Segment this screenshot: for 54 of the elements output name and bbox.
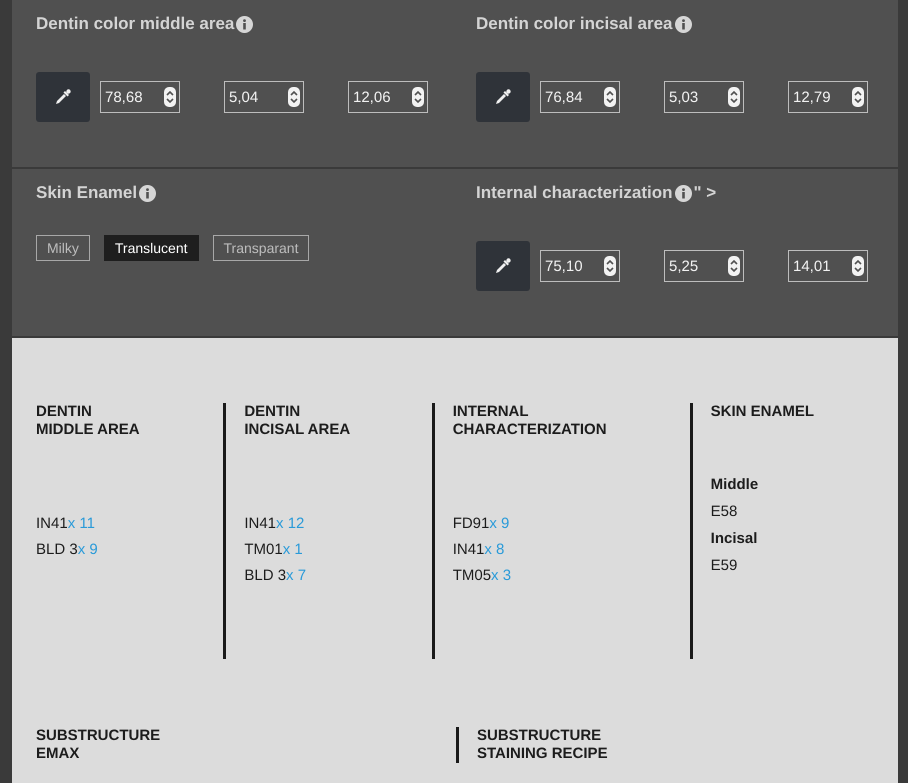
eyedropper-icon — [54, 88, 72, 106]
info-icon[interactable] — [139, 184, 156, 202]
number-field[interactable]: 14,01 — [788, 250, 868, 282]
group-value: E59 — [710, 556, 738, 576]
recipe-line: BLD 3x 7 — [244, 566, 308, 586]
recipe-line: IN41x 12 — [244, 514, 306, 534]
spinner-icon[interactable] — [852, 256, 864, 276]
eyedropper-icon — [494, 257, 512, 275]
eyedropper-icon — [494, 88, 512, 106]
spinner-icon[interactable] — [412, 87, 424, 107]
section-title: Skin Enamel — [36, 183, 138, 203]
section-title: Internal characterization — [476, 183, 673, 203]
spinner-icon[interactable] — [852, 87, 864, 107]
info-icon[interactable] — [674, 184, 692, 202]
number-field[interactable]: 5,04 — [224, 81, 304, 113]
recipe-line: FD91x 9 — [452, 514, 510, 534]
column-heading: SKIN ENAMEL — [710, 403, 816, 422]
column-heading: DENTIN INCISAL AREA — [244, 403, 352, 439]
info-icon[interactable] — [674, 16, 692, 32]
column-heading: SUBSTRUCTURE EMAX — [36, 727, 162, 763]
number-field[interactable]: 12,06 — [348, 81, 428, 113]
option-button[interactable]: Translucent — [104, 235, 199, 261]
spinner-icon[interactable] — [604, 256, 616, 276]
eyedropper-button[interactable] — [476, 72, 530, 122]
recipe-line: TM05x 3 — [452, 566, 512, 586]
number-field[interactable]: 76,84 — [540, 81, 620, 113]
eyedropper-button[interactable] — [36, 72, 90, 122]
column-heading: SUBSTRUCTURE STAINING RECIPE — [477, 727, 609, 763]
option-button[interactable]: Milky — [36, 235, 90, 261]
group-label: Middle — [710, 475, 760, 495]
group-label: Incisal — [710, 529, 758, 549]
spinner-icon[interactable] — [728, 87, 740, 107]
spinner-icon[interactable] — [164, 87, 176, 107]
option-button[interactable]: Transparant — [212, 235, 310, 261]
column-heading: INTERNAL CHARACTERIZATION — [452, 403, 608, 439]
number-field[interactable]: 75,10 — [540, 250, 620, 282]
section-title: Dentin color middle area — [36, 14, 234, 34]
info-icon[interactable] — [236, 16, 254, 32]
recipe-line: IN41x 11 — [36, 514, 96, 534]
recipe-line: BLD 3x 9 — [36, 540, 99, 560]
number-field[interactable]: 5,03 — [664, 81, 744, 113]
spinner-icon[interactable] — [728, 256, 740, 276]
eyedropper-button[interactable] — [476, 241, 530, 291]
group-value: E58 — [710, 502, 738, 522]
column-heading: DENTIN MIDDLE AREA — [36, 403, 141, 439]
spinner-icon[interactable] — [288, 87, 300, 107]
spinner-icon[interactable] — [604, 87, 616, 107]
recipe-line: TM01x 1 — [244, 540, 304, 560]
suffix-text: " > — [694, 183, 716, 203]
recipe-line: IN41x 8 — [452, 540, 506, 560]
section-title: Dentin color incisal area — [476, 14, 673, 34]
number-field[interactable]: 12,79 — [788, 81, 868, 113]
number-field[interactable]: 78,68 — [100, 81, 180, 113]
number-field[interactable]: 5,25 — [664, 250, 744, 282]
